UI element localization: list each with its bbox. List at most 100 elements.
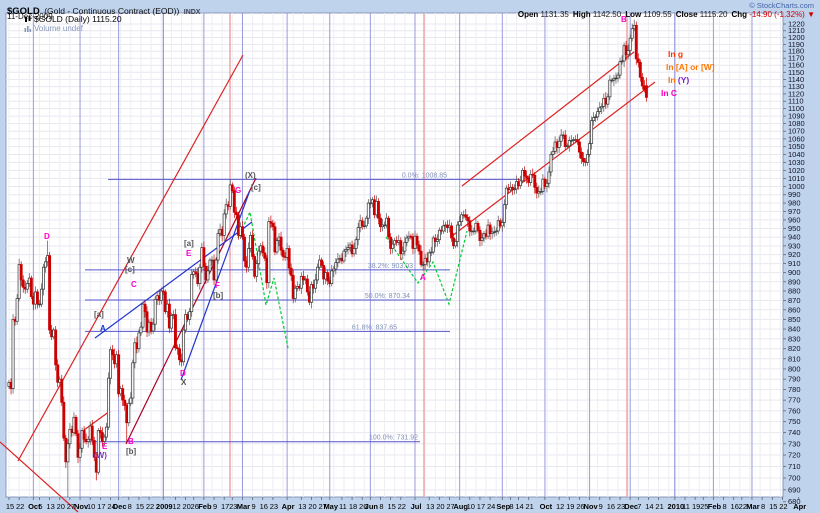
date-axis-label: 22 (398, 502, 406, 511)
quote-label: Chg (731, 10, 749, 19)
date-axis-label: Nov (583, 502, 598, 511)
fib-label: 61.8%: 837.65 (352, 324, 397, 331)
date-axis-label: 14 (645, 502, 653, 511)
date-axis-label: 15 (769, 502, 777, 511)
wave-label[interactable]: B (128, 437, 134, 446)
quote-label: High (573, 10, 593, 19)
wave-label[interactable]: [a] (184, 239, 194, 248)
forecast-text: In [A] or [W] (666, 62, 715, 72)
date-axis-label: 5 (38, 502, 42, 511)
wave-label[interactable]: E (186, 249, 192, 258)
price-axis-label: 1030 (788, 158, 805, 167)
wave-label[interactable]: [b] (213, 291, 224, 300)
wave-label[interactable]: F (215, 281, 220, 290)
chart-legend[interactable]: $GOLD (Daily) 1115.20 (24, 14, 122, 24)
wave-label[interactable]: (W) (94, 451, 107, 460)
price-axis-label: 970 (788, 207, 801, 216)
volume-legend[interactable]: Volume undef (24, 24, 83, 33)
forecast-line: In [A] or [W] (666, 62, 715, 72)
date-axis-label: 8 (722, 502, 726, 511)
price-axis-label: 930 (788, 241, 801, 250)
price-chart: 0.0%: 1008.8538.2%: 903.0350.0%: 870.346… (0, 0, 820, 513)
date-axis-label: May (323, 502, 338, 511)
price-axis-label: 820 (788, 344, 801, 353)
date-axis-label: 20 (57, 502, 65, 511)
wave-label[interactable]: [c] (251, 183, 261, 192)
date-axis-label: 19 (692, 502, 700, 511)
fib-label: 50.0%: 870.34 (365, 293, 410, 300)
date-axis-label: Apr (282, 502, 295, 511)
date-axis-label: 2009 (156, 502, 173, 511)
wave-label[interactable]: E (102, 442, 108, 451)
price-axis-label: 1060 (788, 134, 805, 143)
date-axis-label: 15 (387, 502, 395, 511)
price-axis-label: 1220 (788, 20, 805, 29)
wave-label[interactable]: D (44, 232, 50, 241)
date-axis-label: 20 (308, 502, 316, 511)
date-axis-label: 14 (515, 502, 523, 511)
date-axis-label: 15 (6, 502, 14, 511)
quote-value: -14.90 (-1.32%) ▼ (749, 10, 815, 19)
date-axis-label: 8 (379, 502, 383, 511)
fib-label: 100.0%: 731.92 (369, 435, 418, 442)
wave-label[interactable]: A (420, 273, 426, 282)
price-axis-label: 900 (788, 268, 801, 277)
wave-label[interactable]: C (131, 280, 137, 289)
quote-value: 1109.55 (643, 10, 671, 19)
price-axis-label: 980 (788, 199, 801, 208)
price-axis-label: 760 (788, 406, 801, 415)
date-axis-label: Mar (237, 502, 250, 511)
wave-label[interactable]: D (180, 369, 186, 378)
wave-label[interactable]: G (235, 186, 241, 195)
date-axis-label: 21 (655, 502, 663, 511)
price-axis-label: 780 (788, 385, 801, 394)
date-axis-label: 9 (213, 502, 217, 511)
date-axis-label: 16 (260, 502, 268, 511)
price-axis-label: 710 (788, 462, 801, 471)
date-axis-label: 15 (136, 502, 144, 511)
price-axis-label: 690 (788, 485, 801, 494)
price-axis-label: 750 (788, 417, 801, 426)
date-axis-label: Apr (793, 502, 806, 511)
date-axis-label: 12 (172, 502, 180, 511)
wave-label[interactable]: X (181, 378, 187, 387)
wave-label[interactable]: A (100, 324, 106, 333)
wave-label[interactable]: [c] (125, 265, 135, 274)
price-axis-label: 1010 (788, 174, 805, 183)
price-axis-label: 740 (788, 428, 801, 437)
date-axis-label: 10 (87, 502, 95, 511)
copyright[interactable]: © StockCharts.com (749, 1, 814, 10)
date-axis: 1522Oct5132027Nov101724Dec81522200912202… (6, 497, 806, 511)
wave-label[interactable]: (X) (245, 171, 256, 180)
price-axis-label: 920 (788, 250, 801, 259)
candlestick-icon (24, 16, 32, 23)
wave-label[interactable]: [a] (94, 310, 104, 319)
date-axis-label: 24 (487, 502, 495, 511)
symbol-exchange: INDX (184, 9, 201, 16)
date-axis-label: 11 (339, 502, 347, 511)
date-axis-label: 17 (97, 502, 105, 511)
quote-value: 1142.50 (593, 10, 621, 19)
date-axis-label: 7 (637, 502, 641, 511)
quote-value: 1131.35 (541, 10, 569, 19)
date-axis-label: 20 (436, 502, 444, 511)
price-axis-label: 910 (788, 259, 801, 268)
forecast-text: In C (661, 88, 677, 98)
date-axis-label: 9 (252, 502, 256, 511)
price-axis-label: 940 (788, 233, 801, 242)
wave-label[interactable]: [b] (126, 447, 137, 456)
date-axis-label: Dec (113, 502, 127, 511)
date-axis-label: 17 (221, 502, 229, 511)
date-axis-label: Feb (198, 502, 212, 511)
price-axis-label: 950 (788, 224, 801, 233)
forecast-line: In (Y) (668, 75, 689, 85)
forecast-line: In g (668, 49, 683, 59)
wave-label[interactable]: W (127, 256, 135, 265)
price-axis-label: 850 (788, 315, 801, 324)
price-axis-label: 990 (788, 190, 801, 199)
date-axis-label: 13 (298, 502, 306, 511)
price-axis: 6806907007107207307407507607707807908008… (783, 20, 805, 507)
date-axis-label: 20 (182, 502, 190, 511)
date-axis-label: 19 (566, 502, 574, 511)
price-axis-label: 1050 (788, 142, 805, 151)
